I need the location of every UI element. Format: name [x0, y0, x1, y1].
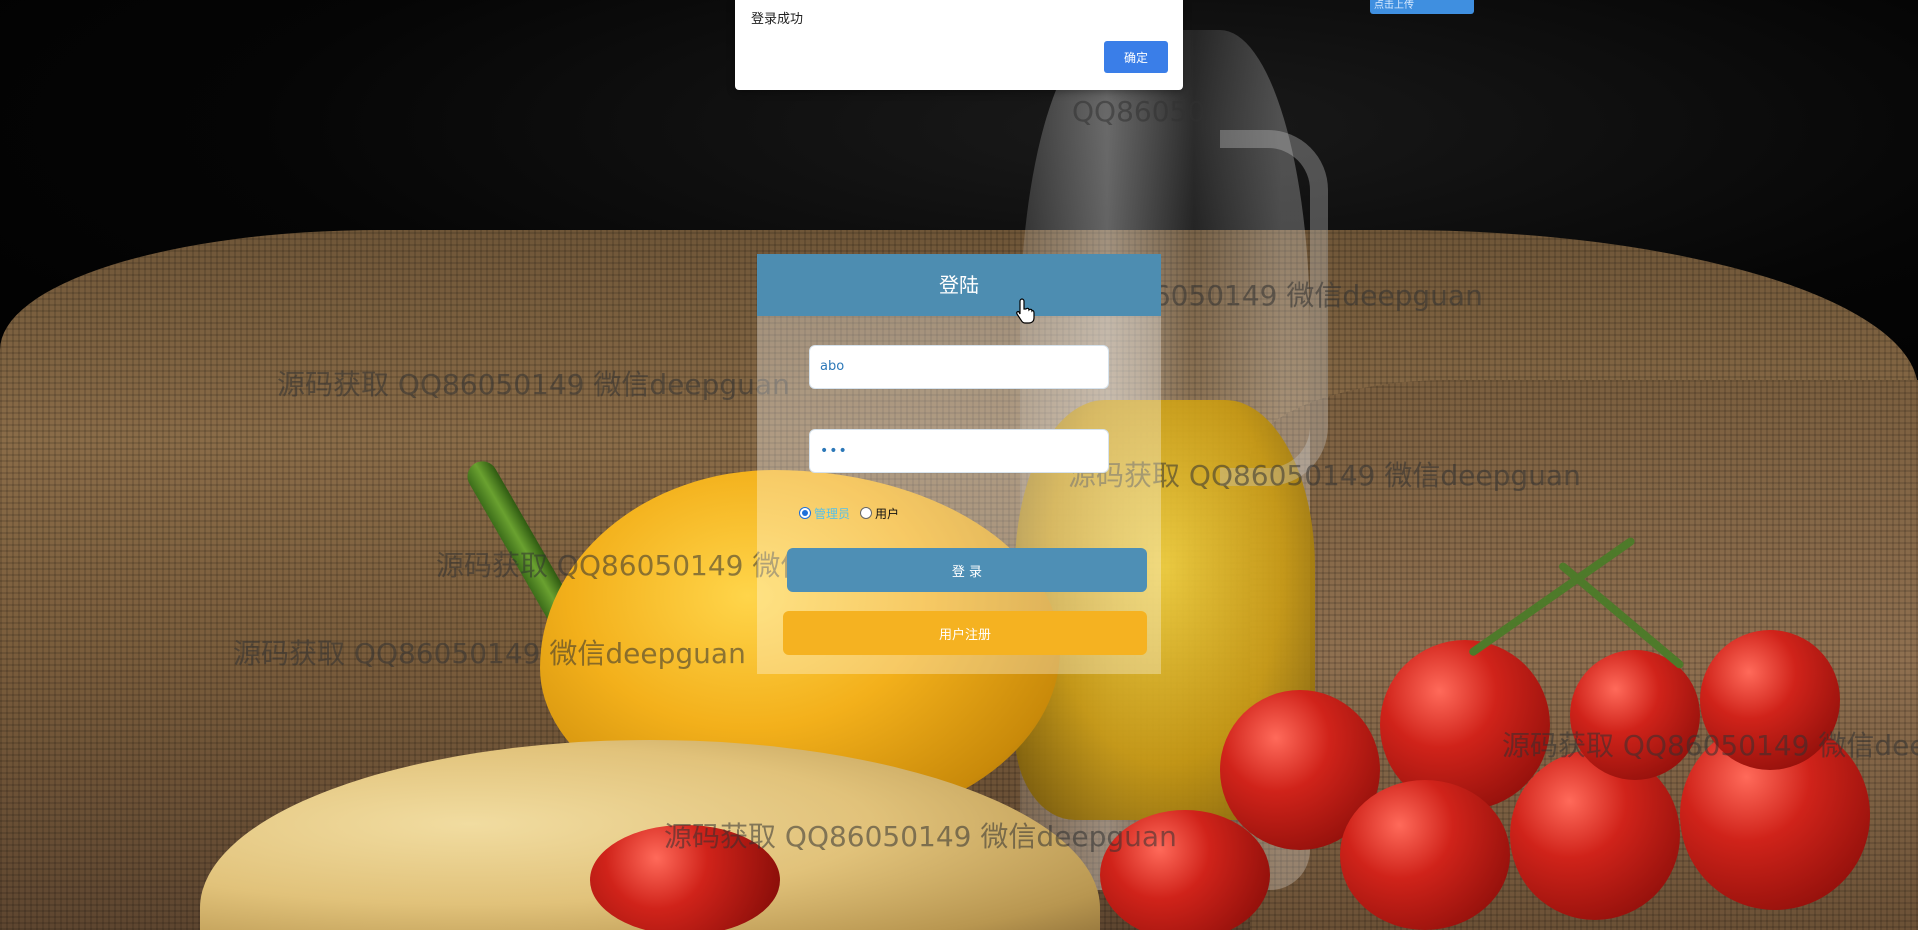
watermark-text: 源码获取 QQ86050149 微信deepguan	[277, 368, 790, 401]
login-title: 登陆	[757, 254, 1161, 316]
watermark-text: 源码获取 QQ86050149 微信deepguan	[233, 637, 746, 670]
password-input[interactable]: •••	[809, 429, 1109, 473]
alert-message: 登录成功	[751, 12, 804, 27]
upload-badge-label: 点击上传	[1374, 0, 1414, 11]
role-user-label[interactable]: 用户	[875, 505, 899, 522]
watermark-text: QQ86050	[1072, 95, 1206, 128]
register-button[interactable]: 用户注册	[783, 611, 1147, 655]
tomato	[1340, 780, 1510, 930]
login-panel: 登陆 abo ••• 管理员 用户 登 录 用户注册	[757, 254, 1161, 674]
alert-dialog: 登录成功 确定	[735, 0, 1183, 90]
role-user-radio[interactable]	[860, 507, 873, 519]
username-input[interactable]: abo	[809, 345, 1109, 389]
watermark-text: 源码获取 QQ86050149 微信deepguan	[664, 820, 1177, 853]
role-selector: 管理员 用户	[799, 504, 909, 522]
alert-ok-button[interactable]: 确定	[1104, 41, 1168, 73]
upload-badge[interactable]: 点击上传	[1370, 0, 1474, 14]
role-admin-radio[interactable]	[799, 507, 811, 519]
login-button[interactable]: 登 录	[787, 548, 1147, 592]
role-admin-label[interactable]: 管理员	[814, 505, 850, 522]
hand-cursor-icon	[1016, 298, 1035, 324]
watermark-text: 源码获取 QQ86050149 微信deepguan	[1502, 729, 1918, 762]
